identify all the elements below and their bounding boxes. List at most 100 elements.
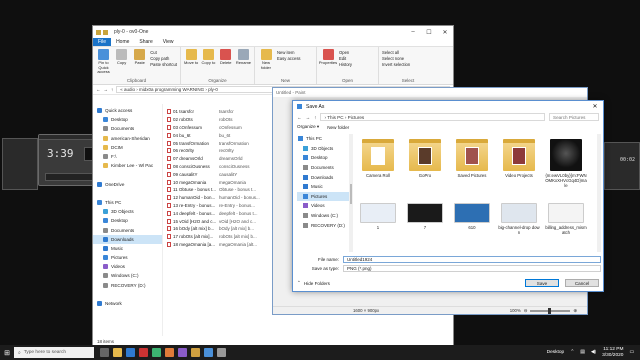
nav-item[interactable]: Videos xyxy=(297,201,350,211)
nav-item[interactable]: 3D Objects xyxy=(297,144,350,154)
edit-button[interactable]: Edit xyxy=(339,56,352,61)
zoom-in-icon[interactable]: ⊕ xyxy=(573,308,577,314)
back-icon[interactable]: ← xyxy=(297,115,302,120)
file-row[interactable]: 06 rec0rlty rec0rlty xyxy=(167,147,277,155)
zoom-out-icon[interactable]: ⊖ xyxy=(524,308,528,314)
file-row[interactable]: 05 transfOrmation transfOrmation xyxy=(167,139,277,147)
nav-item[interactable]: This PC xyxy=(93,198,162,207)
select-none-button[interactable]: Select none xyxy=(382,56,410,61)
file-row[interactable]: 02 robOts robOts xyxy=(167,116,277,124)
nav-item[interactable]: RECOVERY (D:) xyxy=(297,220,350,230)
image-item[interactable]: billing_address_mismatch xyxy=(545,197,587,235)
paste-shortcut-button[interactable]: Paste shortcut xyxy=(150,62,177,67)
file-row[interactable]: 08 consciOusness consciOusness xyxy=(167,163,277,171)
image-item[interactable]: 7 xyxy=(404,197,446,230)
back-icon[interactable]: ← xyxy=(96,87,101,92)
file-row[interactable]: 04 bu_6t bu_6t xyxy=(167,131,277,139)
explorer-title-bar[interactable]: ply-0 - ov0-One – ☐ ✕ xyxy=(93,26,453,38)
nav-item[interactable]: Desktop xyxy=(297,153,350,163)
image-item[interactable]: big-channel-drop down xyxy=(498,197,540,235)
taskbar-clock[interactable]: 11:12 PM 3/30/2020 xyxy=(602,347,623,358)
up-icon[interactable]: ↑ xyxy=(111,87,113,92)
windows-start-icon[interactable]: ⊞ xyxy=(0,345,14,360)
nav-item[interactable]: Network xyxy=(93,299,162,308)
image-item[interactable]: 1 xyxy=(357,197,399,230)
nav-item[interactable]: Documents xyxy=(93,124,162,133)
nav-item[interactable]: Pictures xyxy=(297,191,350,202)
file-row[interactable]: 13 re-Entry - bonus... re-Entry - bonus..… xyxy=(167,202,277,210)
volume-icon[interactable]: ◀) xyxy=(591,350,596,355)
file-row[interactable]: 07 dreamsOrld dreamsOrld xyxy=(167,155,277,163)
nav-item[interactable]: Quick access xyxy=(93,106,162,115)
nav-item[interactable]: Windows (C:) xyxy=(297,211,350,221)
nav-item[interactable]: RECOVERY (D:) xyxy=(93,281,162,290)
app-icon[interactable] xyxy=(178,348,187,357)
tab-file[interactable]: File xyxy=(93,38,112,46)
open-button[interactable]: Open xyxy=(339,50,352,55)
organize-menu[interactable]: Organize ▾ xyxy=(297,124,319,130)
folder-item[interactable]: Video Projects xyxy=(498,139,540,178)
new-folder-button[interactable]: New folder xyxy=(327,125,349,130)
nav-item[interactable]: american-Sheridan xyxy=(93,134,162,143)
nav-item[interactable]: Videos xyxy=(93,262,162,271)
image-item[interactable]: 610 xyxy=(451,197,493,230)
select-all-button[interactable]: Select all xyxy=(382,50,410,55)
minimize-icon[interactable]: – xyxy=(405,29,421,36)
close-icon[interactable]: ✕ xyxy=(437,29,453,36)
folder-icon[interactable] xyxy=(103,29,108,35)
folder-item[interactable]: Saved Pictures xyxy=(451,139,493,178)
file-row[interactable]: 12 humanOid - bon... humanOid - bonus... xyxy=(167,194,277,202)
file-row[interactable]: 17 robOts [alt mix]... robOts [alt mix] b… xyxy=(167,233,277,241)
forward-icon[interactable]: → xyxy=(306,115,311,120)
chevron-up-icon[interactable]: ⌃ xyxy=(570,350,574,355)
nav-scrollbar[interactable] xyxy=(349,134,353,252)
notification-icon[interactable]: ▭ xyxy=(629,350,634,355)
image-item[interactable]: {m:ewVL0by}{m:FWNOMKxXHVcGq4D}male xyxy=(545,139,587,188)
nav-item[interactable]: Music xyxy=(297,182,350,192)
nav-item[interactable]: Desktop xyxy=(93,115,162,124)
nav-item[interactable]: Downloads xyxy=(93,234,162,244)
save-type-select[interactable]: PNG (*.png) xyxy=(343,264,601,272)
save-as-address-bar[interactable]: › This PC › Pictures xyxy=(320,113,545,121)
cut-button[interactable]: Cut xyxy=(150,50,177,55)
nav-item[interactable]: Documents xyxy=(93,225,162,234)
vlc-icon[interactable] xyxy=(165,348,174,357)
maximize-icon[interactable]: ☐ xyxy=(421,29,437,36)
file-row[interactable]: 01 tsarsfcr tsarsfcr xyxy=(167,108,277,116)
nav-item[interactable]: Downloads xyxy=(297,172,350,182)
chevron-up-icon[interactable]: ⌃ xyxy=(297,280,301,286)
save-as-search-input[interactable]: Search Pictures xyxy=(549,113,599,121)
save-button[interactable]: Save xyxy=(525,279,559,287)
tab-view[interactable]: View xyxy=(158,38,179,46)
invert-selection-button[interactable]: Invert selection xyxy=(382,62,410,67)
save-as-title-bar[interactable]: Save As ✕ xyxy=(293,101,603,112)
forward-icon[interactable]: → xyxy=(104,87,109,92)
folder-item[interactable]: GoPro xyxy=(404,139,446,178)
file-row[interactable]: 11 Obtuse - bonus t... Obtuse - bonus t..… xyxy=(167,186,277,194)
app-icon[interactable] xyxy=(191,348,200,357)
zoom-slider[interactable] xyxy=(530,307,571,314)
nav-item[interactable]: OneDrive xyxy=(93,180,162,189)
grid-scrollbar[interactable] xyxy=(597,134,601,252)
tab-share[interactable]: Share xyxy=(134,38,157,46)
up-icon[interactable]: ↑ xyxy=(314,115,316,120)
nav-item[interactable]: 3D Objects xyxy=(93,207,162,216)
nav-item[interactable]: Music xyxy=(93,244,162,253)
file-row[interactable]: 10 megaOmania megaOmania xyxy=(167,178,277,186)
easy-access-button[interactable]: Easy access xyxy=(277,56,301,61)
network-icon[interactable]: ▤ xyxy=(580,350,585,355)
nav-item[interactable]: Kimber Lee - Wl Pac xyxy=(93,161,162,170)
app-icon[interactable] xyxy=(217,348,226,357)
cancel-button[interactable]: Cancel xyxy=(565,279,599,287)
nav-item[interactable]: Pictures xyxy=(93,253,162,262)
nav-item[interactable]: Windows (C:) xyxy=(93,271,162,280)
taskbar-search-input[interactable]: ⌕ Type here to search xyxy=(14,347,94,358)
close-icon[interactable]: ✕ xyxy=(587,103,603,110)
desktop-toolbar-label[interactable]: Desktop xyxy=(547,350,565,355)
nav-item[interactable]: Documents xyxy=(297,163,350,173)
hide-folders-button[interactable]: Hide Folders xyxy=(304,281,330,286)
file-row[interactable]: 14 deepfelt - bonus... deepfelt - bonus t… xyxy=(167,209,277,217)
history-button[interactable]: History xyxy=(339,62,352,67)
folder-icon[interactable] xyxy=(96,29,101,35)
file-row[interactable]: 16 bOdy [alt mix] b... bOdy [alt mix] b..… xyxy=(167,225,277,233)
